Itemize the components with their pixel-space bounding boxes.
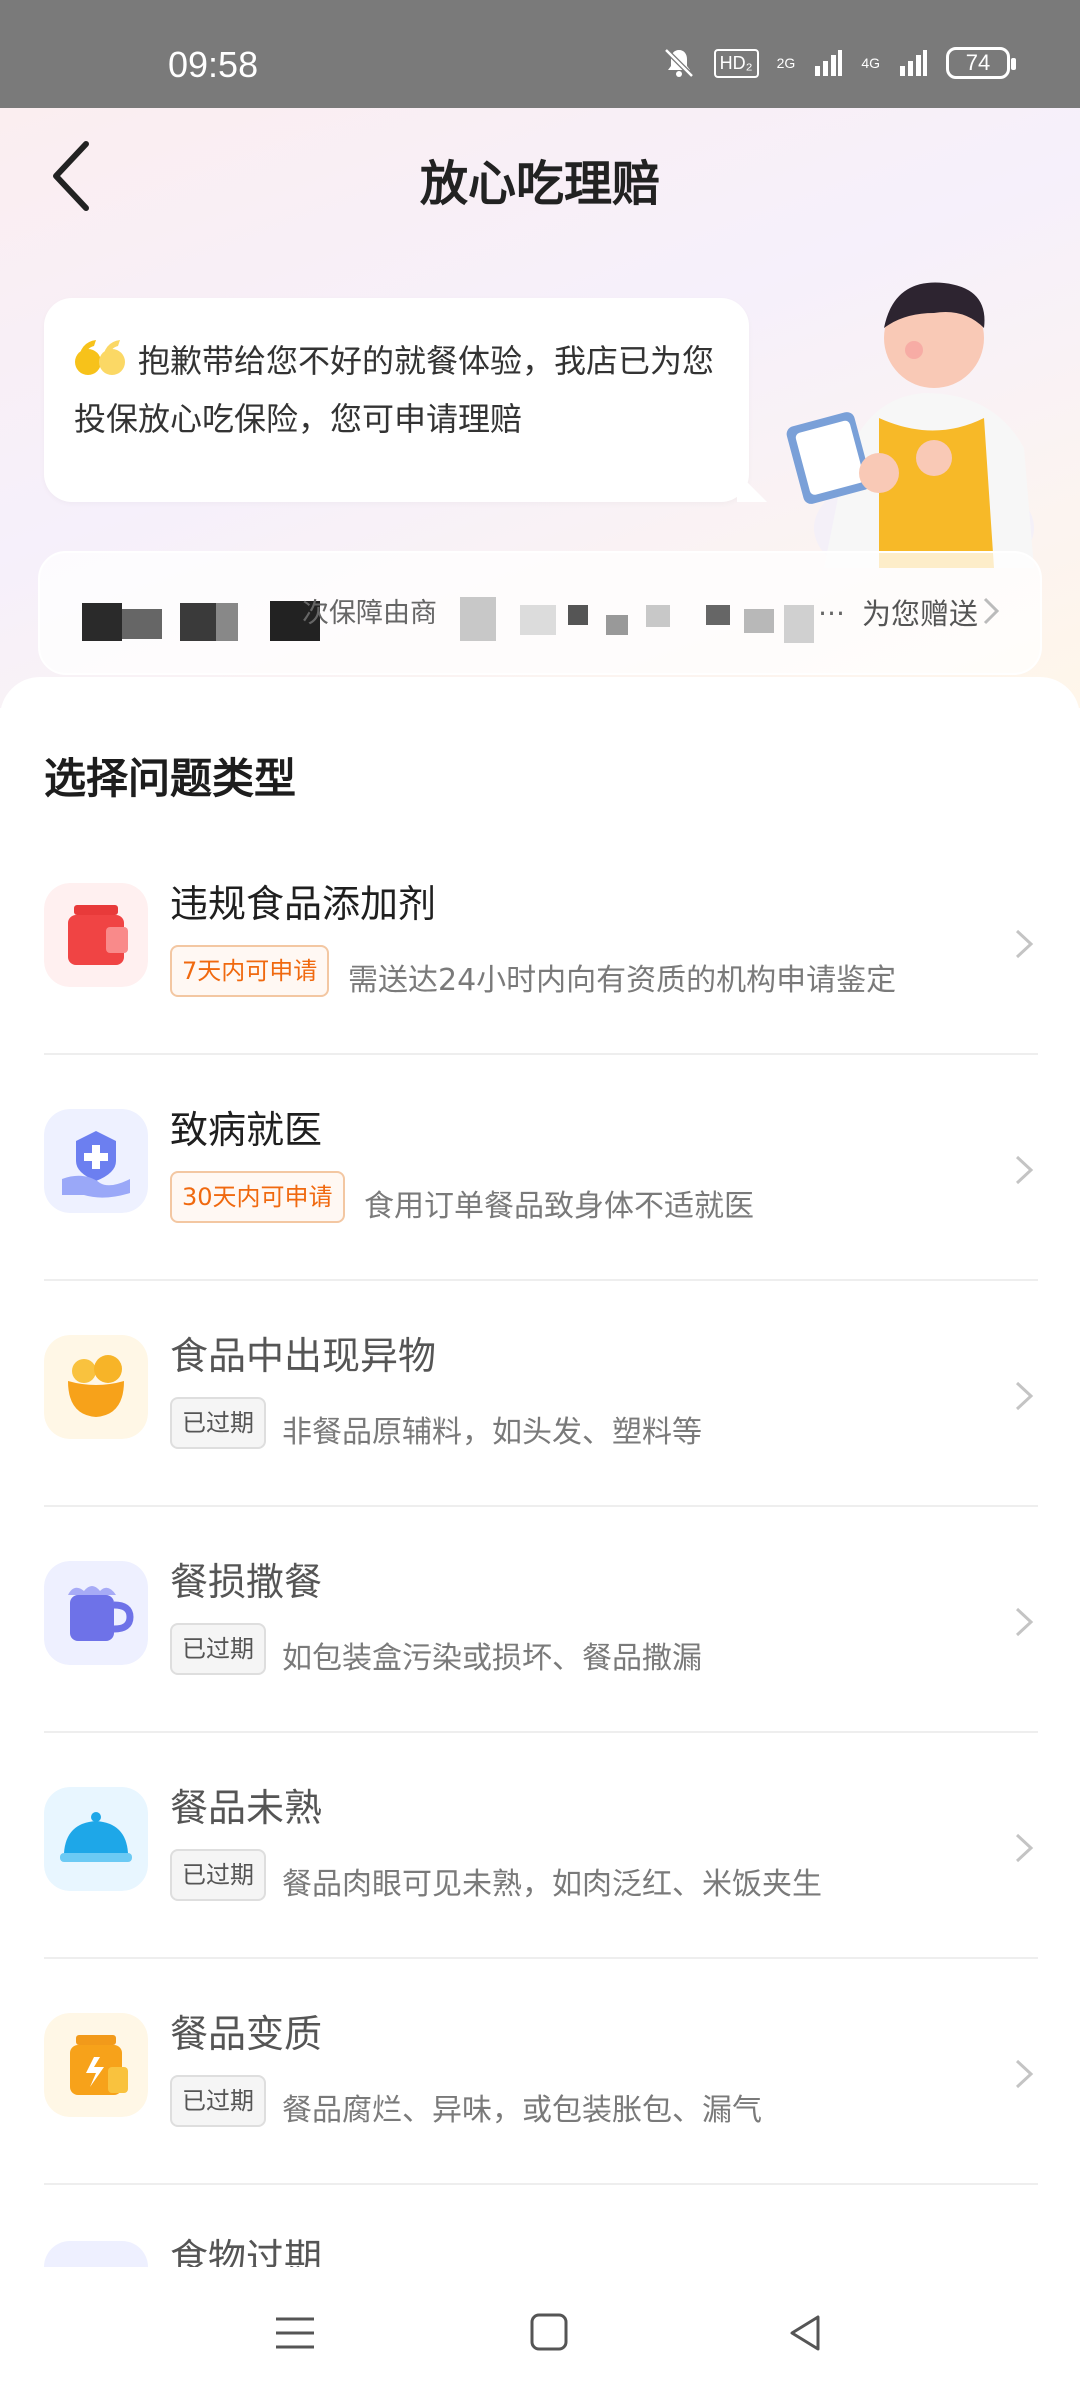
- battery-level: 74: [965, 50, 991, 75]
- battery-icon: 74: [946, 47, 1016, 79]
- apology-text: 抱歉带给您不好的就餐体验，我店已为您投保放心吃保险，您可申请理赔: [74, 342, 715, 438]
- spilled-cup-icon: [44, 1561, 148, 1665]
- problem-item-medical[interactable]: 致病就医 30天内可申请 食用订单餐品致身体不适就医: [44, 1055, 1038, 1281]
- gift-label: 为您赠送: [861, 597, 978, 631]
- item-label: 餐品未熟: [170, 1786, 323, 1830]
- chevron-right-icon: [1015, 1381, 1034, 1411]
- problem-item-food-additive[interactable]: 违规食品添加剂 7天内可申请 需送达24小时内向有资质的机构申请鉴定: [44, 829, 1038, 1055]
- section-title: 选择问题类型: [44, 754, 297, 803]
- signal-icon: [815, 50, 843, 76]
- back-icon[interactable]: [782, 2311, 832, 2355]
- masked-merchant-name: [606, 615, 628, 635]
- quote-icon: [75, 340, 125, 375]
- status-icons: HD₂ 2G 4G 74: [662, 46, 1016, 80]
- masked-merchant-name: [784, 605, 814, 643]
- problem-item-spilled[interactable]: 餐损撒餐 已过期 如包装盒污染或损坏、餐品撒漏: [44, 1507, 1038, 1733]
- masked-merchant-name: [646, 605, 670, 627]
- home-icon[interactable]: [524, 2311, 574, 2355]
- insurance-bar[interactable]: 次保障由商 … 为您赠送: [38, 551, 1042, 675]
- expired-food-icon: [44, 2241, 148, 2267]
- problem-item-undercooked[interactable]: 餐品未熟 已过期 餐品肉眼可见未熟，如肉泛红、米饭夹生: [44, 1733, 1038, 1959]
- spoiled-jar-icon: [44, 2013, 148, 2117]
- problem-item-foreign-object[interactable]: 食品中出现异物 已过期 非餐品原辅料，如头发、塑料等: [44, 1281, 1038, 1507]
- item-label: 食物过期: [170, 2236, 323, 2267]
- masked-shop-name: [216, 603, 238, 641]
- item-description: 非餐品原辅料，如头发、塑料等: [282, 1415, 702, 1450]
- medical-hand-icon: [44, 1109, 148, 1213]
- status-badge: 已过期: [170, 1623, 266, 1675]
- net-4g-label: 4G: [861, 55, 880, 71]
- menu-icon[interactable]: [270, 2311, 320, 2355]
- item-description: 如包装盒污染或损坏、餐品撒漏: [282, 1641, 702, 1676]
- chevron-right-icon: [1015, 929, 1034, 959]
- net-2g-label: 2G: [776, 55, 796, 71]
- apology-message: 抱歉带给您不好的就餐体验，我店已为您投保放心吃保险，您可申请理赔: [44, 298, 767, 502]
- masked-shop-name: [122, 609, 162, 639]
- item-label: 致病就医: [170, 1108, 323, 1152]
- masked-merchant-name: [568, 605, 588, 625]
- status-badge: 已过期: [170, 1397, 266, 1449]
- masked-shop-name: [82, 603, 122, 641]
- page-title: 放心吃理赔: [419, 156, 660, 212]
- hd-indicator: HD₂: [713, 48, 759, 78]
- masked-shop-name: [180, 603, 216, 641]
- chevron-right-icon: [1015, 1607, 1034, 1637]
- insurance-ellipsis: …: [818, 591, 845, 622]
- item-description: 食用订单餐品致身体不适就医: [364, 1189, 754, 1224]
- status-badge: 7天内可申请: [170, 945, 330, 997]
- item-label: 餐品变质: [170, 2012, 323, 2056]
- problem-item-spoiled[interactable]: 餐品变质 已过期 餐品腐烂、异味，或包装胀包、漏气: [44, 1959, 1038, 2185]
- status-time: 09:58: [168, 44, 259, 85]
- chevron-right-icon: [1015, 2059, 1034, 2089]
- status-badge: 已过期: [170, 2075, 266, 2127]
- mute-bell-icon: [663, 48, 694, 78]
- system-nav-bar: [0, 2267, 1080, 2400]
- divider: [44, 2183, 1038, 2185]
- status-badge: 30天内可申请: [170, 1171, 345, 1223]
- chevron-right-icon: [1015, 1155, 1034, 1185]
- chevron-right-icon: [983, 597, 1000, 625]
- item-description: 餐品腐烂、异味，或包装胀包、漏气: [282, 2093, 762, 2128]
- item-description: 餐品肉眼可见未熟，如肉泛红、米饭夹生: [282, 1867, 822, 1902]
- chef-illustration: [786, 282, 1034, 568]
- signal-icon: [900, 50, 927, 76]
- item-label: 食品中出现异物: [170, 1334, 437, 1378]
- status-badge: 已过期: [170, 1849, 266, 1901]
- masked-merchant-name: [460, 597, 496, 641]
- masked-merchant-name: [520, 605, 556, 635]
- masked-merchant-name: [706, 605, 730, 625]
- status-bar: 09:58 HD₂ 2G 4G 74: [0, 0, 1080, 108]
- problem-item-expired-food[interactable]: 食物过期: [44, 2227, 1038, 2267]
- claim-header: 放心吃理赔 抱歉带给您不好的就餐体验，我店已为您投保放心吃保险，您可申请理赔 次…: [0, 108, 1080, 708]
- masked-merchant-name: [744, 609, 774, 633]
- insurance-text: 次保障由商: [302, 598, 437, 629]
- item-label: 餐损撒餐: [170, 1560, 323, 1604]
- foreign-object-icon: [44, 1335, 148, 1439]
- problem-type-panel: 选择问题类型 违规食品添加剂 7天内可申请 需送达24小时内向有资质的机构申请鉴…: [0, 677, 1080, 2267]
- jar-icon: [44, 883, 148, 987]
- item-label: 违规食品添加剂: [170, 882, 437, 926]
- item-description: 需送达24小时内向有资质的机构申请鉴定: [348, 963, 897, 998]
- food-cover-icon: [44, 1787, 148, 1891]
- chevron-right-icon: [1015, 1833, 1034, 1863]
